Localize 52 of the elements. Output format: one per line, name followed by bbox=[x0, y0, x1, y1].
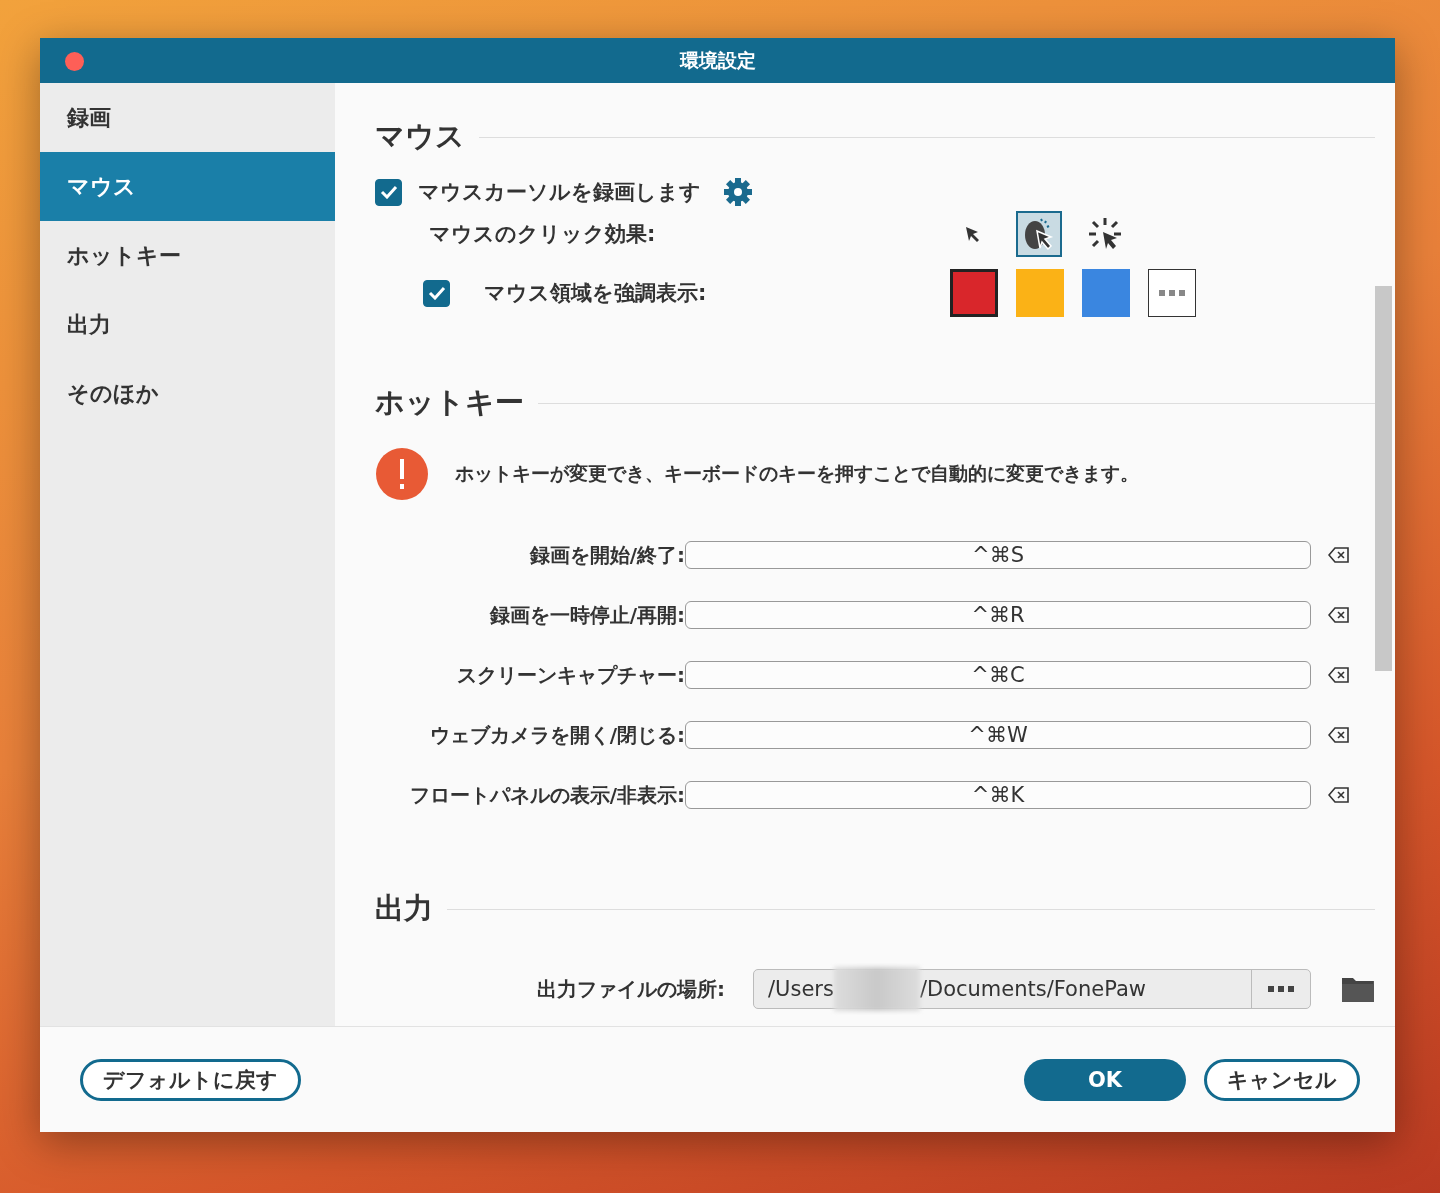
path-text: /Documents/FonePaw bbox=[919, 977, 1146, 1001]
click-burst-icon bbox=[1087, 216, 1123, 252]
sidebar-item[interactable]: ホットキー bbox=[40, 221, 335, 290]
hotkey-field[interactable]: ^⌘R bbox=[685, 601, 1311, 629]
section-title: 出力 bbox=[375, 890, 433, 927]
sidebar-item[interactable]: マウス bbox=[40, 152, 335, 221]
color-swatch[interactable] bbox=[950, 269, 998, 317]
check-icon bbox=[379, 185, 398, 199]
reset-button[interactable]: デフォルトに戻す bbox=[80, 1058, 301, 1101]
click-effect-option[interactable] bbox=[1016, 211, 1062, 257]
warning-icon bbox=[375, 447, 429, 501]
cancel-button[interactable]: キャンセル bbox=[1204, 1058, 1360, 1101]
color-swatch[interactable] bbox=[1082, 269, 1130, 317]
notice-text: ホットキーが変更でき、キーボードのキーを押すことで自動的に変更できます。 bbox=[455, 461, 1139, 486]
clear-icon[interactable] bbox=[1328, 727, 1350, 743]
location-label: 出力ファイルの場所: bbox=[537, 975, 725, 1003]
clear-icon[interactable] bbox=[1328, 547, 1350, 563]
dots-icon bbox=[1159, 290, 1185, 296]
hotkey-label: ウェブカメラを開く/閉じる: bbox=[428, 721, 685, 749]
hotkey-field[interactable]: ^⌘K bbox=[685, 781, 1311, 809]
hotkey-field[interactable]: ^⌘W bbox=[685, 721, 1311, 749]
folder-icon[interactable] bbox=[1341, 975, 1375, 1003]
hotkey-field[interactable]: ^⌘S bbox=[685, 541, 1311, 569]
hotkey-label: 録画を開始/終了: bbox=[528, 541, 685, 569]
clear-icon[interactable] bbox=[1328, 607, 1350, 623]
dots-icon bbox=[1268, 986, 1295, 992]
sidebar-item[interactable]: 録画 bbox=[40, 83, 335, 152]
check-icon bbox=[427, 286, 446, 300]
section-title: ホットキー bbox=[375, 384, 524, 421]
checkbox[interactable] bbox=[375, 178, 402, 206]
window-title: 環境設定 bbox=[679, 47, 756, 73]
path-field[interactable]: /Users /Documents/FonePaw bbox=[753, 969, 1312, 1009]
color-swatch[interactable] bbox=[1016, 269, 1064, 317]
sidebar-item[interactable]: 出力 bbox=[40, 290, 335, 359]
clear-icon[interactable] bbox=[1328, 787, 1350, 803]
checkbox-label: マウスカーソルを録画します bbox=[418, 179, 701, 206]
checkbox[interactable] bbox=[423, 279, 450, 307]
clear-icon[interactable] bbox=[1328, 667, 1350, 683]
scrollbar-thumb[interactable] bbox=[1375, 286, 1392, 671]
section-title: マウス bbox=[375, 118, 465, 155]
highlight-label: マウス領域を強調表示: bbox=[484, 280, 708, 307]
click-effect-label: マウスのクリック効果: bbox=[429, 221, 657, 248]
hotkey-label: 録画を一時停止/再開: bbox=[488, 601, 685, 629]
ok-button[interactable]: OK bbox=[1024, 1058, 1186, 1101]
more-colors-button[interactable] bbox=[1148, 269, 1196, 317]
cursor-arrow-icon bbox=[964, 225, 982, 243]
hotkey-label: フロートパネルの表示/非表示: bbox=[408, 781, 685, 809]
hotkey-field[interactable]: ^⌘C bbox=[685, 661, 1311, 689]
sidebar-item[interactable]: そのほか bbox=[40, 359, 335, 428]
hotkey-label: スクリーンキャプチャー: bbox=[456, 661, 685, 689]
path-text: /Users bbox=[768, 977, 834, 1001]
settings-icon[interactable] bbox=[723, 177, 753, 207]
